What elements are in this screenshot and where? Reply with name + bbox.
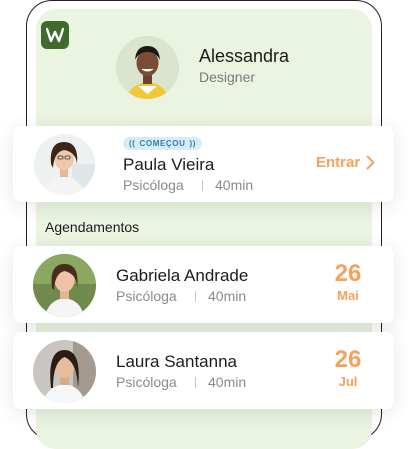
divider [202, 180, 203, 191]
appointment-day: 26 [334, 346, 362, 373]
signal-right-icon: )) [189, 139, 197, 148]
appointment-name: Gabriela Andrade [116, 266, 249, 285]
session-role: Psicóloga [123, 177, 184, 193]
session-avatar [34, 134, 95, 195]
appointment-card[interactable]: Gabriela Andrade Psicóloga 40min 26 Mai [13, 246, 394, 323]
appointment-duration: 40min [208, 288, 247, 304]
appointment-avatar [33, 340, 96, 403]
appointment-name: Laura Santanna [116, 352, 237, 371]
enter-button-label: Entrar [316, 154, 361, 171]
appointment-avatar [33, 254, 96, 317]
divider [195, 291, 196, 302]
status-badge: (( COMEÇOU )) [123, 137, 203, 150]
signal-left-icon: (( [129, 139, 136, 148]
chevron-right-icon [366, 155, 375, 170]
user-name: Alessandra [199, 46, 290, 66]
user-role: Designer [199, 69, 256, 85]
enter-button[interactable]: Entrar [316, 154, 375, 171]
appointment-month: Jul [338, 374, 358, 389]
appointment-card[interactable]: Laura Santanna Psicóloga 40min 26 Jul [13, 332, 394, 409]
appointment-role: Psicóloga [116, 288, 177, 304]
status-badge-label: COMEÇOU [139, 139, 186, 148]
session-name: Paula Vieira [123, 155, 215, 174]
app-logo [41, 21, 69, 49]
session-duration: 40min [215, 177, 254, 193]
current-session-card[interactable]: (( COMEÇOU )) Paula Vieira Psicóloga 40m… [13, 126, 394, 202]
user-avatar[interactable] [116, 36, 179, 99]
appointment-duration: 40min [208, 374, 247, 390]
appointment-month: Mai [337, 288, 359, 303]
divider [195, 377, 196, 388]
appointment-role: Psicóloga [116, 374, 177, 390]
appointments-heading: Agendamentos [45, 219, 140, 235]
appointment-day: 26 [334, 260, 362, 287]
